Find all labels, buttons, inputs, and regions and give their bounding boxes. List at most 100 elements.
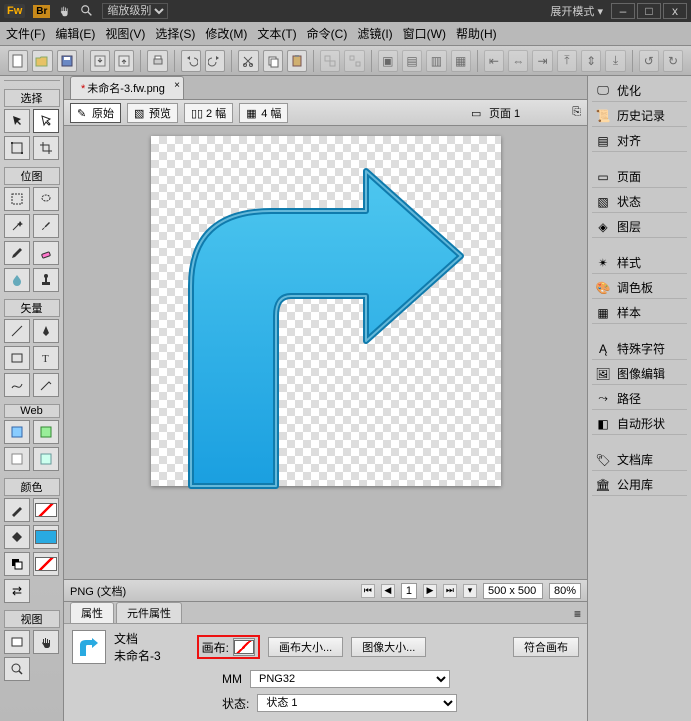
stroke-color-swatch[interactable] bbox=[33, 498, 59, 522]
slice-tool[interactable] bbox=[33, 420, 59, 444]
view-original-button[interactable]: ✎ 原始 bbox=[70, 103, 121, 123]
pages-panel-button[interactable]: ▭页面 bbox=[592, 166, 687, 188]
hand-tool[interactable] bbox=[33, 630, 59, 654]
page-menu-button[interactable]: ▾ bbox=[463, 584, 477, 598]
window-close-button[interactable]: x bbox=[663, 3, 687, 19]
zoom-level-select[interactable]: 缩放级别 bbox=[102, 3, 168, 19]
pointer-tool[interactable] bbox=[4, 109, 30, 133]
state-select[interactable]: 状态 1 bbox=[257, 694, 457, 712]
history-panel-button[interactable]: 📜历史记录 bbox=[592, 105, 687, 127]
show-slices-button[interactable] bbox=[33, 447, 59, 471]
pen-tool[interactable] bbox=[33, 319, 59, 343]
redo-button[interactable] bbox=[205, 50, 225, 72]
menu-view[interactable]: 视图(V) bbox=[105, 25, 145, 42]
fit-canvas-button[interactable]: 符合画布 bbox=[513, 637, 579, 657]
menu-modify[interactable]: 修改(M) bbox=[205, 25, 247, 42]
search-icon[interactable] bbox=[80, 4, 94, 18]
align-top-button[interactable]: ⤒ bbox=[557, 50, 577, 72]
freeform-tool[interactable] bbox=[4, 373, 30, 397]
bring-front-button[interactable]: ▣ bbox=[378, 50, 398, 72]
palette-panel-button[interactable]: ▦样本 bbox=[592, 302, 687, 324]
menu-commands[interactable]: 命令(C) bbox=[307, 25, 348, 42]
undo-button[interactable] bbox=[181, 50, 201, 72]
align-center-h-button[interactable]: ⇔ bbox=[508, 50, 528, 72]
menu-window[interactable]: 窗口(W) bbox=[403, 25, 446, 42]
save-button[interactable] bbox=[57, 50, 77, 72]
bring-forward-button[interactable]: ▤ bbox=[402, 50, 422, 72]
menu-help[interactable]: 帮助(H) bbox=[456, 25, 497, 42]
prev-page-button[interactable]: ◀ bbox=[381, 584, 395, 598]
panel-menu-icon[interactable]: ≡ bbox=[568, 605, 587, 623]
crop-tool[interactable] bbox=[33, 136, 59, 160]
align-bottom-button[interactable]: ⤓ bbox=[605, 50, 625, 72]
rotate-cw-button[interactable]: ↻ bbox=[663, 50, 683, 72]
rectangle-tool[interactable] bbox=[4, 346, 30, 370]
hand-icon[interactable] bbox=[58, 4, 72, 18]
menu-filters[interactable]: 滤镜(I) bbox=[357, 25, 392, 42]
align-panel-button[interactable]: ▤对齐 bbox=[592, 130, 687, 152]
fill-color-swatch[interactable] bbox=[33, 525, 59, 549]
close-tab-button[interactable]: × bbox=[174, 80, 180, 91]
new-doc-button[interactable] bbox=[8, 50, 28, 72]
stroke-color-picker[interactable] bbox=[4, 498, 30, 522]
page-label[interactable]: 页面 1 bbox=[489, 105, 520, 121]
layers-panel-button[interactable]: ◈图层 bbox=[592, 216, 687, 238]
styles-panel-button[interactable]: ✴样式 bbox=[592, 252, 687, 274]
send-backward-button[interactable]: ▥ bbox=[426, 50, 446, 72]
paste-button[interactable] bbox=[287, 50, 307, 72]
screen-mode-button[interactable] bbox=[4, 630, 30, 654]
last-page-button[interactable]: ⏭ bbox=[443, 584, 457, 598]
image-editing-panel-button[interactable]: 🖼图像编辑 bbox=[592, 363, 687, 385]
symbol-properties-tab[interactable]: 元件属性 bbox=[116, 602, 182, 623]
lasso-tool[interactable] bbox=[33, 187, 59, 211]
swap-colors-button[interactable]: ⇄ bbox=[4, 579, 30, 603]
no-color-button[interactable] bbox=[33, 552, 59, 576]
zoom-field[interactable]: 80% bbox=[549, 583, 581, 599]
doc-library-panel-button[interactable]: 🏷文档库 bbox=[592, 449, 687, 471]
align-left-button[interactable]: ⇤ bbox=[484, 50, 504, 72]
align-center-v-button[interactable]: ⇕ bbox=[581, 50, 601, 72]
canvas-size-button[interactable]: 画布大小... bbox=[268, 637, 343, 657]
rotate-ccw-button[interactable]: ↺ bbox=[639, 50, 659, 72]
first-page-button[interactable]: ⏮ bbox=[361, 584, 375, 598]
subselect-tool[interactable] bbox=[33, 109, 59, 133]
format-select[interactable]: PNG32 bbox=[250, 670, 450, 688]
pencil-tool[interactable] bbox=[4, 241, 30, 265]
path-panel-button[interactable]: ⤳路径 bbox=[592, 388, 687, 410]
view-2up-button[interactable]: ▯▯ 2 幅 bbox=[184, 103, 233, 123]
brush-tool[interactable] bbox=[33, 214, 59, 238]
print-button[interactable] bbox=[147, 50, 167, 72]
rubber-stamp-tool[interactable] bbox=[33, 268, 59, 292]
menu-edit[interactable]: 编辑(E) bbox=[55, 25, 95, 42]
special-chars-panel-button[interactable]: Ą特殊字符 bbox=[592, 338, 687, 360]
align-right-button[interactable]: ⇥ bbox=[532, 50, 552, 72]
view-preview-button[interactable]: ▧ 预览 bbox=[127, 103, 178, 123]
next-page-button[interactable]: ▶ bbox=[423, 584, 437, 598]
export-button[interactable] bbox=[114, 50, 134, 72]
menu-file[interactable]: 文件(F) bbox=[6, 25, 45, 42]
magic-wand-tool[interactable] bbox=[4, 214, 30, 238]
workspace-mode-label[interactable]: 展开模式 ▾ bbox=[550, 3, 603, 19]
default-colors-button[interactable] bbox=[4, 552, 30, 576]
open-button[interactable] bbox=[32, 50, 52, 72]
auto-shapes-panel-button[interactable]: ◧自动形状 bbox=[592, 413, 687, 435]
window-maximize-button[interactable]: □ bbox=[637, 3, 661, 19]
image-size-button[interactable]: 图像大小... bbox=[351, 637, 426, 657]
window-minimize-button[interactable]: – bbox=[611, 3, 635, 19]
properties-tab[interactable]: 属性 bbox=[70, 602, 114, 623]
canvas[interactable] bbox=[151, 136, 501, 486]
ungroup-button[interactable] bbox=[344, 50, 364, 72]
view-4up-button[interactable]: ▦ 4 幅 bbox=[239, 103, 288, 123]
bridge-logo[interactable]: Br bbox=[33, 5, 50, 18]
document-tab[interactable]: *未命名-3.fw.png × bbox=[70, 76, 184, 99]
marquee-tool[interactable] bbox=[4, 187, 30, 211]
copy-button[interactable] bbox=[263, 50, 283, 72]
text-tool[interactable]: T bbox=[33, 346, 59, 370]
line-tool[interactable] bbox=[4, 319, 30, 343]
scale-tool[interactable] bbox=[4, 136, 30, 160]
cut-button[interactable] bbox=[238, 50, 258, 72]
arrow-shape[interactable] bbox=[161, 156, 481, 496]
menu-text[interactable]: 文本(T) bbox=[257, 25, 296, 42]
send-back-button[interactable]: ▦ bbox=[451, 50, 471, 72]
hide-slices-button[interactable] bbox=[4, 447, 30, 471]
